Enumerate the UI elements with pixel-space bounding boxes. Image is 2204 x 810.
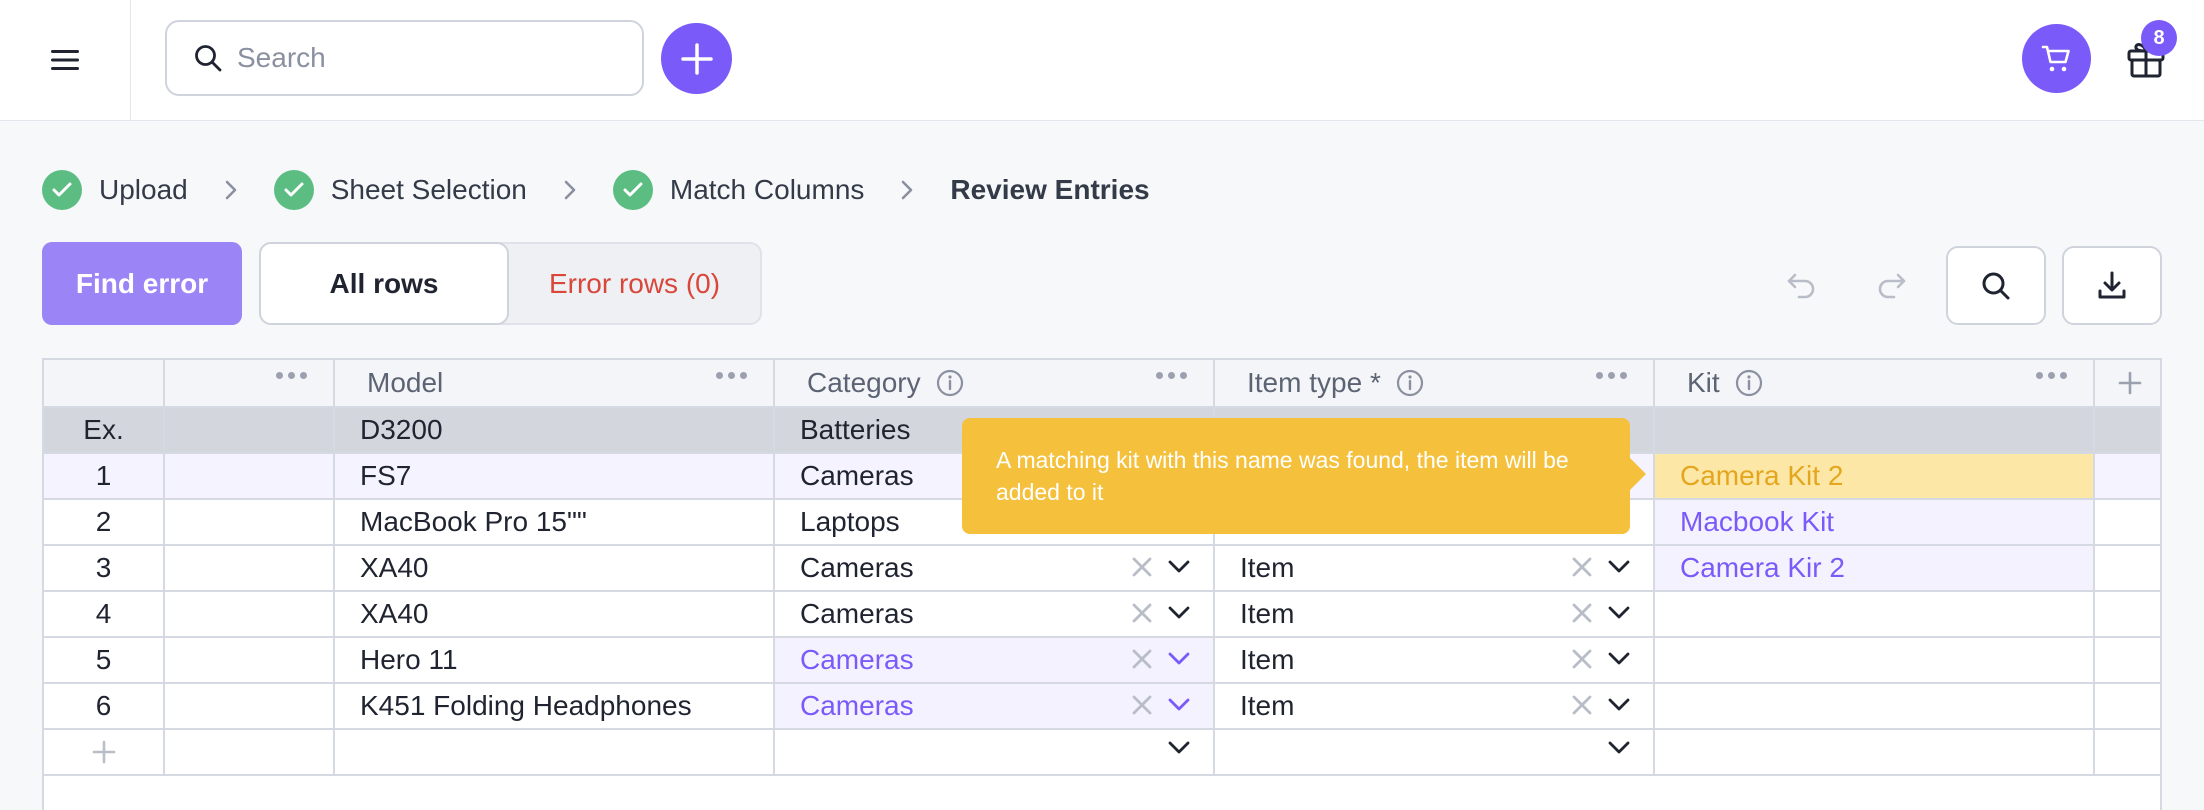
all-rows-tab[interactable]: All rows <box>259 242 509 325</box>
clear-icon[interactable] <box>1131 648 1153 670</box>
check-icon <box>612 170 653 210</box>
chevron-right-icon <box>563 179 577 201</box>
search-input[interactable] <box>237 42 617 74</box>
top-bar: 8 <box>0 0 2204 121</box>
column-header-item-type[interactable]: Item type * <box>1215 360 1655 408</box>
clear-icon[interactable] <box>1571 602 1593 624</box>
chevron-down-icon[interactable] <box>1167 740 1191 756</box>
table-row[interactable]: 3 XA40 Cameras Item Camera Kir 2 <box>44 546 2160 592</box>
download-button[interactable] <box>2062 246 2162 325</box>
add-column-button[interactable] <box>2095 360 2160 408</box>
step-label: Upload <box>99 174 188 205</box>
search-box[interactable] <box>165 20 644 96</box>
hamburger-icon <box>51 50 79 70</box>
clear-icon[interactable] <box>1131 694 1153 716</box>
undo-button[interactable] <box>1777 262 1827 308</box>
more-icon[interactable] <box>1596 372 1627 379</box>
download-icon <box>2098 271 2126 298</box>
add-row <box>44 730 2160 776</box>
item-type-cell[interactable]: Item <box>1215 592 1655 638</box>
error-rows-tab[interactable]: Error rows (0) <box>509 244 760 323</box>
item-type-cell[interactable]: Item <box>1215 684 1655 730</box>
kit-match-tooltip: A matching kit with this name was found,… <box>962 418 1646 534</box>
column-header-kit[interactable]: Kit <box>1655 360 2095 408</box>
chevron-down-icon[interactable] <box>1607 697 1631 713</box>
check-icon <box>42 170 82 210</box>
table-row[interactable]: 5 Hero 11 Cameras Item <box>44 638 2160 684</box>
column-header[interactable] <box>165 360 335 408</box>
step-label: Match Columns <box>669 174 865 205</box>
notification-badge: 8 <box>2141 20 2177 56</box>
chevron-right-icon <box>224 179 238 201</box>
plus-icon <box>680 42 713 75</box>
search-icon <box>167 22 237 94</box>
kit-cell[interactable]: Camera Kir 2 <box>1655 546 2095 592</box>
category-cell[interactable]: Cameras <box>775 592 1215 638</box>
clear-icon[interactable] <box>1571 694 1593 716</box>
redo-icon <box>1878 273 1906 299</box>
row-filter-toggle: All rows Error rows (0) <box>259 242 762 325</box>
chevron-down-icon[interactable] <box>1167 651 1191 667</box>
step-upload[interactable]: Upload <box>42 170 188 210</box>
more-icon[interactable] <box>1156 372 1187 379</box>
chevron-right-icon <box>900 179 914 201</box>
redo-button[interactable] <box>1866 262 1916 308</box>
search-table-button[interactable] <box>1946 246 2046 325</box>
kit-cell[interactable] <box>1655 684 2095 730</box>
step-review-entries: Review Entries <box>950 174 1149 206</box>
more-icon[interactable] <box>2036 372 2067 379</box>
chevron-down-icon[interactable] <box>1167 559 1191 575</box>
category-cell[interactable]: Cameras <box>775 638 1215 684</box>
table-header: Model Category Item type * Kit <box>44 360 2160 408</box>
chevron-down-icon[interactable] <box>1607 559 1631 575</box>
chevron-down-icon[interactable] <box>1167 697 1191 713</box>
info-icon[interactable] <box>1395 368 1425 398</box>
column-header-category[interactable]: Category <box>775 360 1215 408</box>
column-header-model[interactable]: Model <box>335 360 775 408</box>
cart-icon <box>2041 45 2070 71</box>
plus-icon <box>92 740 115 764</box>
kit-cell[interactable]: Camera Kit 2 <box>1655 454 2095 500</box>
index-header <box>44 360 165 408</box>
step-sheet-selection[interactable]: Sheet Selection <box>273 170 527 210</box>
chevron-down-icon[interactable] <box>1167 605 1191 621</box>
clear-icon[interactable] <box>1571 648 1593 670</box>
clear-icon[interactable] <box>1571 556 1593 578</box>
step-label: Sheet Selection <box>330 174 527 205</box>
step-label: Review Entries <box>950 174 1150 205</box>
plus-icon <box>2118 371 2141 395</box>
chevron-down-icon[interactable] <box>1607 651 1631 667</box>
find-error-button[interactable]: Find error <box>42 242 242 325</box>
item-type-cell[interactable]: Item <box>1215 546 1655 592</box>
import-stepper: Upload Sheet Selection Match Columns Rev… <box>42 170 1150 210</box>
category-cell[interactable]: Cameras <box>775 684 1215 730</box>
clear-icon[interactable] <box>1131 556 1153 578</box>
more-icon[interactable] <box>276 372 307 379</box>
menu-button[interactable] <box>0 0 131 120</box>
info-icon[interactable] <box>1734 368 1764 398</box>
item-type-cell[interactable]: Item <box>1215 638 1655 684</box>
kit-cell[interactable] <box>1655 592 2095 638</box>
step-match-columns[interactable]: Match Columns <box>612 170 865 210</box>
undo-icon <box>1787 273 1815 299</box>
clear-icon[interactable] <box>1131 602 1153 624</box>
table-row[interactable]: 6 K451 Folding Headphones Cameras Item <box>44 684 2160 730</box>
category-cell[interactable]: Cameras <box>775 546 1215 592</box>
search-icon <box>1982 272 2010 299</box>
more-icon[interactable] <box>716 372 747 379</box>
cart-button[interactable] <box>2022 24 2091 93</box>
add-button[interactable] <box>661 23 732 94</box>
kit-cell[interactable] <box>1655 638 2095 684</box>
chevron-down-icon[interactable] <box>1607 740 1631 756</box>
chevron-down-icon[interactable] <box>1607 605 1631 621</box>
info-icon[interactable] <box>935 368 965 398</box>
add-row-button[interactable] <box>44 730 165 776</box>
check-icon <box>273 170 314 210</box>
kit-cell[interactable]: Macbook Kit <box>1655 500 2095 546</box>
table-row[interactable]: 4 XA40 Cameras Item <box>44 592 2160 638</box>
